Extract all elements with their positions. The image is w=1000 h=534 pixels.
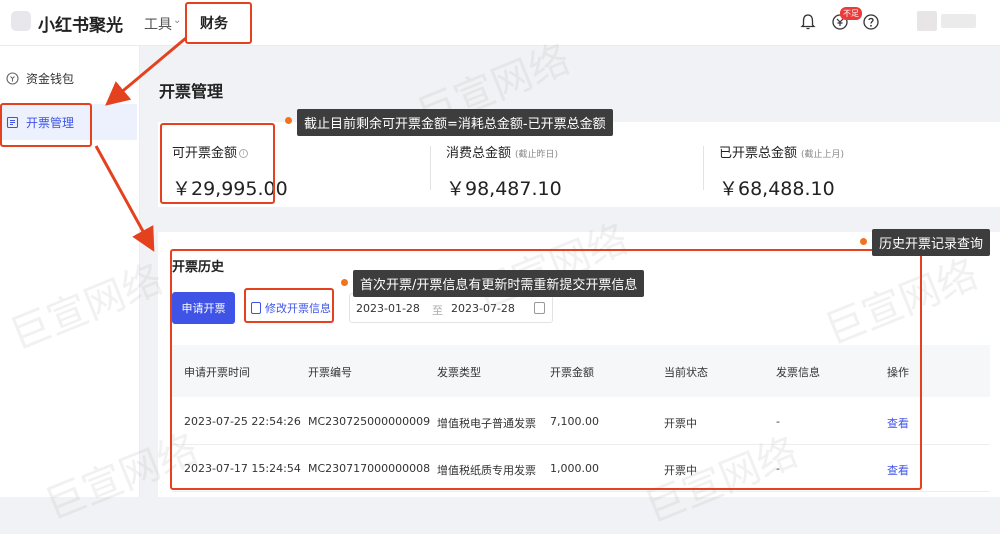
table-header: 申请开票时间 开票编号 发票类型 开票金额 当前状态 发票信息 操作 [172, 345, 990, 397]
date-separator: 至 [432, 304, 443, 317]
annotation-dot [285, 117, 292, 124]
view-link[interactable]: 查看 [887, 462, 909, 478]
date-range-picker[interactable]: 2023-01-28 至 2023-07-28 [349, 293, 553, 323]
cell-apply-time: 2023-07-25 22:54:26 [184, 415, 301, 428]
balance-badge: 不足 [840, 7, 862, 20]
chevron-down-icon[interactable]: ⌄ [173, 15, 181, 26]
consumed-label-text: 消费总金额 [446, 146, 512, 161]
apply-invoice-button[interactable]: 申请开票 [172, 292, 235, 324]
calendar-icon[interactable] [534, 302, 545, 314]
annotation-dot [860, 238, 867, 245]
invoice-icon [6, 116, 19, 128]
consumed-label: 消费总金额 (截止昨日) [446, 142, 558, 161]
nav-finance[interactable]: 财务 [200, 13, 228, 33]
nav-tools[interactable]: 工具 [144, 14, 172, 34]
invoiced-note: (截止上月) [801, 150, 845, 160]
avatar[interactable] [917, 11, 937, 31]
tip-history: 历史开票记录查询 [872, 229, 991, 256]
date-start[interactable]: 2023-01-28 [356, 302, 420, 315]
table-row: 2023-07-25 22:54:26 MC230725000000009 增值… [172, 399, 990, 445]
invoiced-label: 已开票总金额 (截止上月) [719, 142, 844, 161]
invoiceable-label-text: 可开票金额 [172, 146, 238, 161]
sidebar-item-invoice[interactable]: 开票管理 [0, 104, 137, 140]
page-title: 开票管理 [159, 82, 224, 101]
divider [703, 146, 704, 190]
annotation-dot [341, 279, 348, 286]
cell-amount: 1,000.00 [550, 462, 599, 475]
table-row: 2023-07-17 15:24:54 MC230717000000008 增值… [172, 446, 990, 492]
column-header: 发票类型 [437, 366, 481, 379]
column-header: 操作 [887, 366, 909, 379]
invoiced-block: 已开票总金额 (截止上月) ￥68,488.10 [719, 122, 979, 207]
info-icon[interactable]: i [239, 149, 249, 158]
cell-apply-time: 2023-07-17 15:24:54 [184, 462, 301, 475]
invoiceable-value: ￥29,995.00 [172, 178, 288, 200]
history-title: 开票历史 [172, 260, 225, 275]
cell-invoice-info: - [776, 462, 780, 475]
tip-invoiceable: 截止目前剩余可开票金额=消耗总金额-已开票总金额 [297, 109, 613, 136]
document-icon [251, 302, 261, 314]
sidebar-item-label: 开票管理 [26, 115, 75, 130]
column-header: 开票编号 [308, 366, 352, 379]
consumed-note: (截止昨日) [515, 150, 559, 160]
column-header: 当前状态 [664, 366, 708, 379]
modify-button-label: 修改开票信息 [265, 302, 331, 315]
bell-icon[interactable] [799, 13, 817, 31]
tip-modify: 首次开票/开票信息有更新时需重新提交开票信息 [353, 270, 645, 297]
top-bar: 小红书聚光 工具 ⌄ 财务 不足 [0, 0, 1000, 46]
sidebar-item-label: 资金钱包 [26, 71, 75, 86]
help-icon[interactable] [862, 13, 880, 31]
cell-amount: 7,100.00 [550, 415, 599, 428]
consumed-value: ￥98,487.10 [446, 178, 562, 200]
invoiced-label-text: 已开票总金额 [719, 146, 798, 161]
divider [430, 146, 431, 190]
column-header: 开票金额 [550, 366, 594, 379]
sidebar-item-wallet[interactable]: 资金钱包 [0, 60, 137, 96]
invoiced-value: ￥68,488.10 [719, 178, 835, 200]
brand-title: 小红书聚光 [38, 16, 123, 36]
cell-invoice-type: 增值税纸质专用发票 [437, 464, 536, 477]
date-end[interactable]: 2023-07-28 [451, 302, 515, 315]
cell-invoice-info: - [776, 415, 780, 428]
wallet-icon [6, 71, 19, 85]
cell-invoice-no: MC230725000000009 [308, 415, 431, 428]
invoiceable-label: 可开票金额 i [172, 142, 249, 161]
cell-status: 开票中 [664, 464, 697, 477]
column-header: 发票信息 [776, 366, 820, 379]
modify-invoice-info-button[interactable]: 修改开票信息 [251, 294, 331, 322]
column-header: 申请开票时间 [184, 366, 250, 379]
cell-invoice-no: MC230717000000008 [308, 462, 431, 475]
cell-status: 开票中 [664, 417, 697, 430]
sidebar: 资金钱包 开票管理 [0, 46, 140, 497]
logo-icon [11, 11, 31, 31]
cell-invoice-type: 增值税电子普通发票 [437, 417, 536, 430]
view-link[interactable]: 查看 [887, 415, 909, 431]
account-name[interactable] [941, 14, 976, 28]
